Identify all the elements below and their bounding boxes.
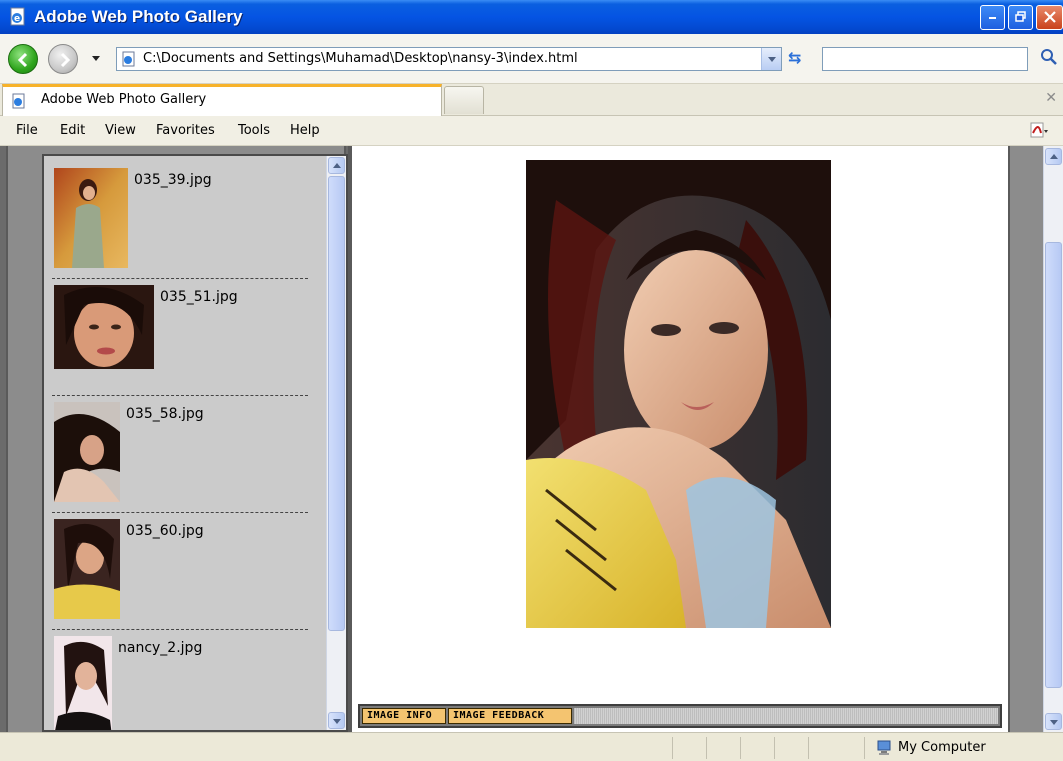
- thumbnail-image[interactable]: [54, 519, 120, 619]
- thumbnail-image[interactable]: [54, 168, 128, 268]
- scroll-down-button[interactable]: [328, 712, 345, 729]
- close-icon: [1043, 11, 1056, 23]
- thumbnail-panel: 035_39.jpg 035_51.jpg 035_58.jpg 035_60.…: [6, 146, 348, 732]
- status-segment: [740, 737, 741, 759]
- status-segment: [808, 737, 809, 759]
- status-segment: [706, 737, 707, 759]
- tab-image-info[interactable]: IMAGE INFO: [362, 708, 446, 724]
- scroll-up-button[interactable]: [328, 157, 345, 174]
- menu-edit[interactable]: Edit: [60, 123, 85, 138]
- thumbnail-image[interactable]: [54, 402, 120, 502]
- menu-bar: File Edit View Favorites Tools Help: [0, 116, 1063, 146]
- restore-button[interactable]: [1008, 5, 1033, 30]
- page-content: 035_39.jpg 035_51.jpg 035_58.jpg 035_60.…: [0, 146, 1063, 732]
- thumbnail-scrollbar[interactable]: [326, 156, 346, 730]
- back-button[interactable]: [8, 44, 38, 74]
- menu-favorites[interactable]: Favorites: [156, 123, 215, 138]
- close-button[interactable]: [1036, 5, 1063, 30]
- refresh-icon[interactable]: ⇆: [788, 48, 801, 67]
- computer-icon: [877, 740, 891, 755]
- tab-image-feedback[interactable]: IMAGE FEEDBACK: [448, 708, 572, 724]
- thumbnail-item[interactable]: nancy_2.jpg: [52, 630, 308, 732]
- status-segment: [864, 737, 865, 759]
- svg-text:e: e: [14, 14, 20, 24]
- ie-page-icon: [122, 51, 135, 67]
- ie-page-icon: [12, 93, 25, 109]
- address-field[interactable]: C:\Documents and Settings\Muhamad\Deskto…: [116, 47, 782, 71]
- back-arrow-icon: [17, 52, 28, 68]
- thumbnail-caption[interactable]: 035_39.jpg: [134, 172, 212, 188]
- main-photo[interactable]: [526, 160, 831, 628]
- info-tab-filler: [574, 708, 998, 724]
- history-dropdown-icon[interactable]: [92, 56, 100, 61]
- status-bar: My Computer: [0, 732, 1063, 761]
- forward-button[interactable]: [48, 44, 78, 74]
- address-dropdown-button[interactable]: [761, 48, 781, 70]
- address-text[interactable]: C:\Documents and Settings\Muhamad\Deskto…: [143, 51, 578, 66]
- menu-tools[interactable]: Tools: [238, 123, 270, 138]
- tab-bar: Adobe Web Photo Gallery ✕: [0, 84, 1063, 116]
- thumbnail-frame: 035_39.jpg 035_51.jpg 035_58.jpg 035_60.…: [42, 154, 348, 732]
- close-tab-icon[interactable]: ✕: [1045, 90, 1057, 106]
- address-toolbar: C:\Documents and Settings\Muhamad\Deskto…: [0, 34, 1063, 84]
- window-titlebar: e Adobe Web Photo Gallery: [0, 0, 1063, 34]
- minimize-button[interactable]: [980, 5, 1005, 30]
- search-icon[interactable]: [1040, 48, 1058, 66]
- forward-arrow-icon: [60, 52, 71, 68]
- thumbnail-item[interactable]: 035_39.jpg: [52, 162, 308, 279]
- thumbnail-caption[interactable]: 035_60.jpg: [126, 523, 204, 539]
- ie-page-icon: e: [10, 7, 25, 26]
- menu-help[interactable]: Help: [290, 123, 320, 138]
- new-tab-button[interactable]: [444, 86, 484, 114]
- page-scrollbar-thumb[interactable]: [1045, 242, 1062, 688]
- restore-icon: [1014, 11, 1026, 22]
- thumbnail-item[interactable]: 035_58.jpg: [52, 396, 308, 513]
- tab-adobe-web-photo-gallery[interactable]: Adobe Web Photo Gallery: [2, 84, 442, 116]
- thumbnail-list: 035_39.jpg 035_51.jpg 035_58.jpg 035_60.…: [52, 162, 308, 732]
- thumbnail-item[interactable]: 035_51.jpg: [52, 279, 308, 396]
- thumbnail-item[interactable]: 035_60.jpg: [52, 513, 308, 630]
- status-segment: [774, 737, 775, 759]
- menu-file[interactable]: File: [16, 123, 38, 138]
- scrollbar-thumb[interactable]: [328, 176, 345, 631]
- right-gutter: [1008, 146, 1043, 732]
- tab-label: Adobe Web Photo Gallery: [41, 92, 207, 107]
- info-tab-bar: IMAGE INFO IMAGE FEEDBACK: [358, 704, 1002, 728]
- thumbnail-image[interactable]: [54, 285, 154, 369]
- page-scroll-up-button[interactable]: [1045, 148, 1062, 165]
- main-image-panel: IMAGE INFO IMAGE FEEDBACK: [348, 146, 1008, 732]
- page-scrollbar[interactable]: [1043, 146, 1063, 732]
- minimize-icon: [988, 17, 996, 19]
- thumbnail-caption[interactable]: 035_51.jpg: [160, 289, 238, 305]
- thumbnail-caption[interactable]: 035_58.jpg: [126, 406, 204, 422]
- status-segment: [672, 737, 673, 759]
- security-zone-label: My Computer: [898, 740, 986, 755]
- thumbnail-image[interactable]: [54, 636, 112, 732]
- thumbnail-caption[interactable]: nancy_2.jpg: [118, 640, 202, 656]
- search-input[interactable]: [822, 47, 1028, 71]
- window-title: Adobe Web Photo Gallery: [34, 7, 243, 26]
- menu-view[interactable]: View: [105, 123, 136, 138]
- pdf-tool-icon[interactable]: [1029, 121, 1049, 141]
- page-scroll-down-button[interactable]: [1045, 713, 1062, 730]
